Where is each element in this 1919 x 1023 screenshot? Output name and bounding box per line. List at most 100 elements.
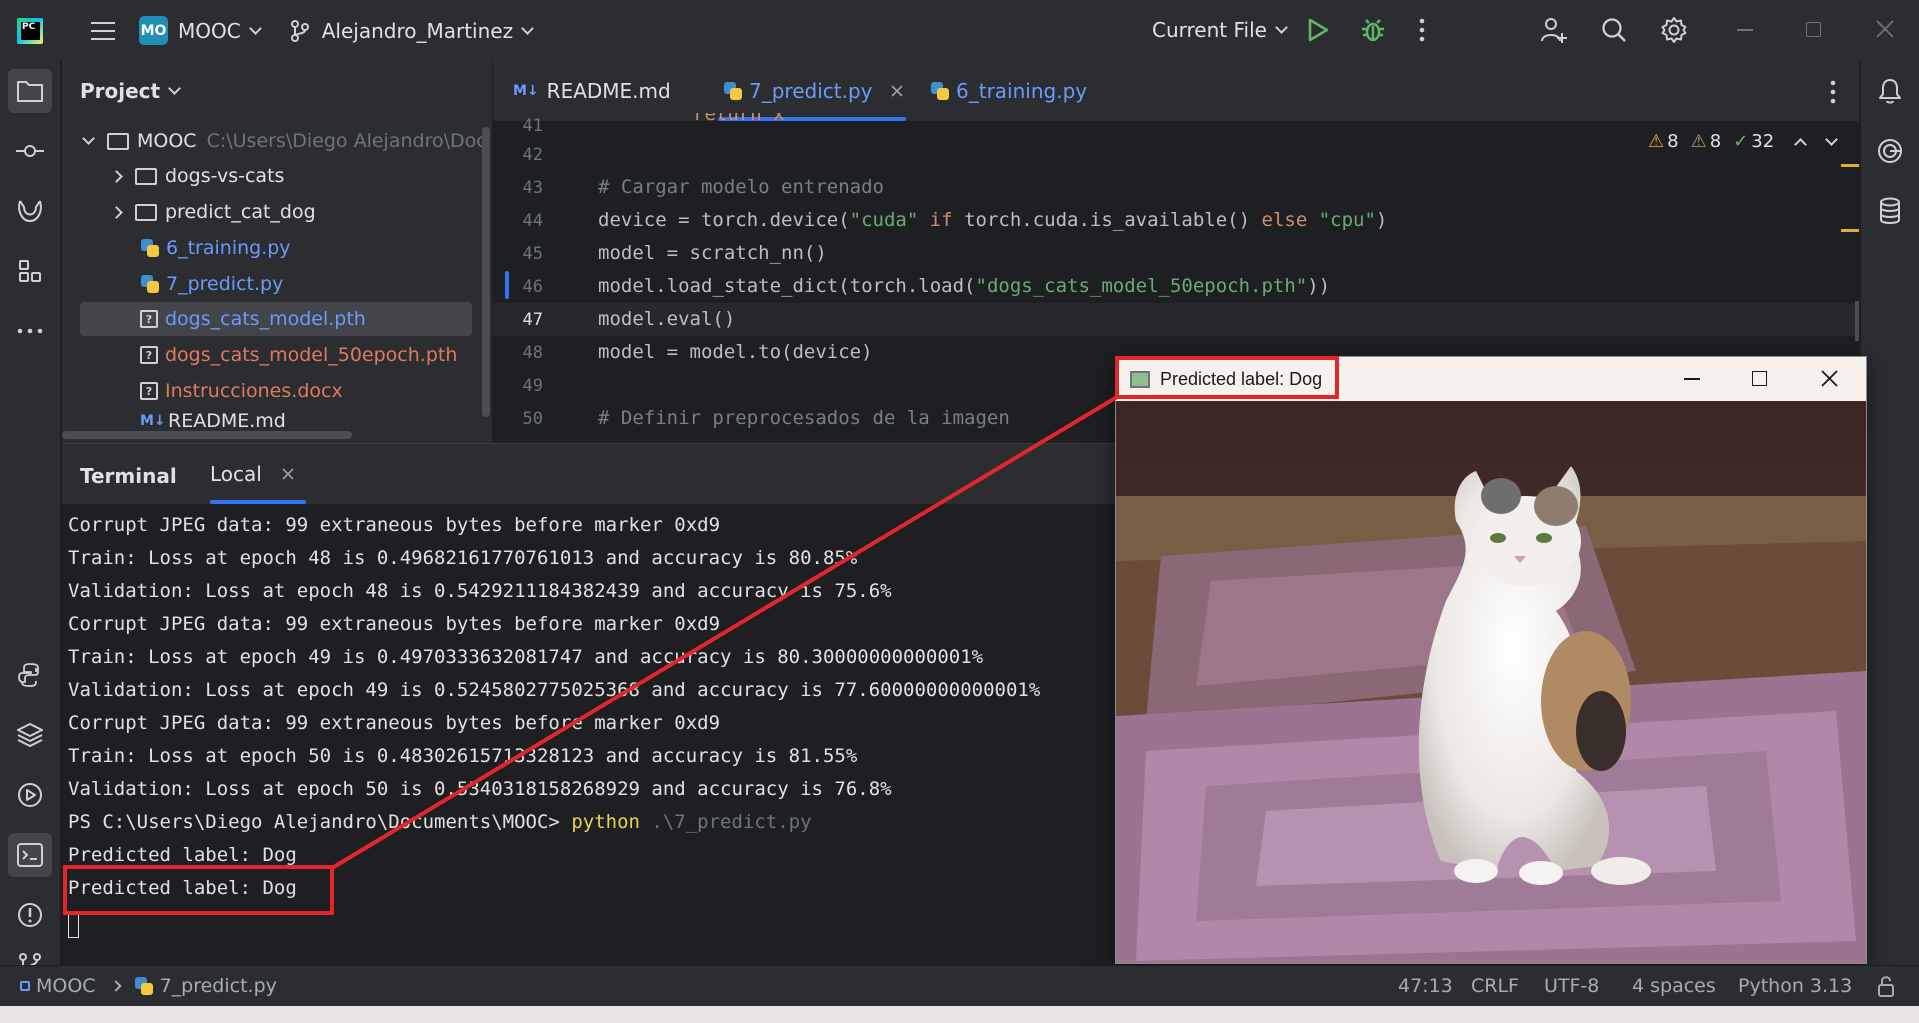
terminal-cursor[interactable] (68, 911, 79, 938)
python-packages-icon[interactable] (8, 713, 52, 757)
caret-position[interactable]: 47:13 (1398, 975, 1453, 997)
previous-highlight-icon[interactable] (1794, 137, 1808, 151)
tree-item-folder[interactable]: dogs-vs-cats (110, 159, 285, 193)
tree-item-folder[interactable]: predict_cat_dog (110, 195, 316, 229)
tree-item-file[interactable]: 7_predict.py (140, 267, 283, 301)
line-number: 48 (522, 343, 543, 363)
python-interpreter[interactable]: Python 3.13 (1738, 975, 1852, 997)
code-line[interactable]: model.load_state_dict(torch.load("dogs_c… (598, 275, 1330, 297)
breadcrumb-file[interactable]: 7_predict.py (160, 975, 277, 997)
code-token: ) (1375, 209, 1388, 231)
error-stripe-mark[interactable] (1841, 229, 1859, 232)
close-tab-icon[interactable] (282, 468, 294, 480)
run-icon[interactable] (1307, 18, 1329, 42)
status-bar: MOOC 7_predict.py 47:13 CRLF UTF-8 4 spa… (0, 965, 1919, 1006)
tree-item-file[interactable]: ? dogs_cats_model_50epoch.pth (140, 338, 457, 372)
problems-icon[interactable] (8, 893, 52, 937)
collapsed-arrow-icon[interactable] (110, 169, 123, 183)
horizontal-scrollbar[interactable] (62, 431, 352, 439)
tree-item-file[interactable]: 6_training.py (140, 231, 291, 265)
project-badge[interactable]: MO (139, 16, 168, 45)
maximize-window-icon[interactable] (1752, 371, 1767, 386)
annotation-box-title (1115, 356, 1339, 399)
left-tool-window-bar (0, 61, 61, 979)
run-config-selector[interactable]: Current File (1152, 18, 1288, 42)
project-tool-window: Project MOOC C:\Users\Diego Alejandro\Do… (62, 61, 492, 443)
tab-7-predict[interactable]: 7_predict.py (723, 61, 903, 121)
search-icon[interactable] (1601, 17, 1627, 43)
tab-6-training[interactable]: 6_training.py (930, 61, 1087, 121)
prediction-image-window: Predicted label: Dog (1115, 356, 1867, 964)
more-tool-windows-icon[interactable] (8, 309, 52, 353)
terminal-tab-local[interactable]: Local (210, 444, 294, 504)
project-panel-header[interactable]: Project (80, 79, 181, 103)
branch-switcher[interactable]: Alejandro_Martinez (290, 18, 534, 43)
code-token: torch.cuda.is_available() (964, 209, 1251, 231)
title-bar: MO MOOC Alejandro_Martinez Current File (0, 0, 1919, 61)
tree-item-label: dogs_cats_model.pth (165, 308, 366, 330)
typo-count: 32 (1751, 131, 1775, 152)
close-window-icon[interactable] (1821, 370, 1838, 387)
markdown-file-icon: M↓ (140, 413, 166, 429)
tree-item-file-selected[interactable]: ? dogs_cats_model.pth (80, 302, 472, 336)
settings-gear-icon[interactable] (1660, 16, 1688, 44)
branch-name: Alejandro_Martinez (321, 18, 514, 43)
close-window-icon[interactable] (1876, 20, 1894, 38)
database-icon[interactable] (1868, 189, 1912, 233)
chevron-down-icon (168, 82, 181, 95)
tree-root-mooc[interactable]: MOOC C:\Users\Diego Alejandro\Doc (82, 124, 487, 158)
debug-icon[interactable] (1360, 17, 1386, 43)
editor-scrollbar[interactable] (1855, 301, 1859, 341)
pycharm-logo-icon[interactable] (17, 17, 43, 44)
project-folder-icon[interactable] (8, 69, 52, 113)
markdown-file-icon: M↓ (513, 83, 539, 99)
tab-options-icon[interactable] (1829, 80, 1837, 108)
line-number: 42 (522, 145, 543, 165)
file-encoding[interactable]: UTF-8 (1544, 975, 1599, 997)
pull-requests-icon[interactable] (8, 189, 52, 233)
project-switcher[interactable]: MOOC (178, 19, 262, 43)
tab-readme[interactable]: M↓ README.md (513, 61, 671, 121)
code-line[interactable]: # Definir preprocesados de la imagen (598, 407, 1010, 429)
restore-window-icon[interactable] (1806, 22, 1821, 37)
inspection-widget[interactable]: ⚠ 8 ⚠ 8 ✓ 32 (1648, 131, 1839, 152)
code-line[interactable]: # Cargar modelo entrenado (598, 176, 884, 198)
ai-assistant-icon[interactable] (1868, 129, 1912, 173)
main-menu-icon[interactable] (91, 21, 115, 40)
error-stripe-mark[interactable] (1841, 164, 1859, 167)
tree-item-file[interactable]: ? Instrucciones.docx (140, 374, 343, 408)
commit-icon[interactable] (8, 129, 52, 173)
minimize-window-icon[interactable] (1684, 378, 1700, 380)
add-user-icon[interactable] (1540, 16, 1568, 44)
lock-icon[interactable] (1876, 975, 1896, 997)
weak-warning-icon: ⚠ (1690, 131, 1707, 152)
services-icon[interactable] (8, 773, 52, 817)
notifications-bell-icon[interactable] (1868, 69, 1912, 113)
minimize-window-icon[interactable] (1737, 29, 1753, 31)
next-highlight-icon[interactable] (1825, 132, 1839, 146)
vertical-scrollbar[interactable] (482, 127, 490, 417)
line-separator[interactable]: CRLF (1471, 975, 1519, 997)
python-console-icon[interactable] (8, 653, 52, 697)
code-line[interactable]: model = model.to(device) (598, 341, 873, 363)
structure-icon[interactable] (8, 249, 52, 293)
warning-icon: ⚠ (1648, 131, 1665, 152)
code-line[interactable]: model = scratch_nn() (598, 242, 827, 264)
indent-setting[interactable]: 4 spaces (1632, 975, 1716, 997)
terminal-icon[interactable] (8, 833, 52, 877)
right-tool-window-bar (1860, 61, 1919, 965)
breadcrumb-root[interactable]: MOOC (36, 975, 96, 997)
terminal-command-arg: .\7_predict.py (639, 811, 812, 833)
code-line-current[interactable]: model.eval() (598, 308, 735, 330)
code-token: device = torch.device( (598, 209, 850, 231)
code-line[interactable]: device = torch.device("cuda" if torch.cu… (598, 209, 1387, 231)
collapsed-arrow-icon[interactable] (110, 205, 123, 219)
code-line[interactable]: return x (693, 113, 785, 129)
code-string: "cuda" (849, 209, 919, 231)
more-actions-icon[interactable] (1418, 18, 1426, 42)
tab-label: README.md (546, 79, 671, 103)
expanded-arrow-icon[interactable] (82, 132, 95, 145)
tree-item-label: dogs-vs-cats (165, 165, 285, 187)
close-tab-icon[interactable] (890, 85, 903, 97)
tree-root-path: C:\Users\Diego Alejandro\Doc (206, 130, 487, 152)
